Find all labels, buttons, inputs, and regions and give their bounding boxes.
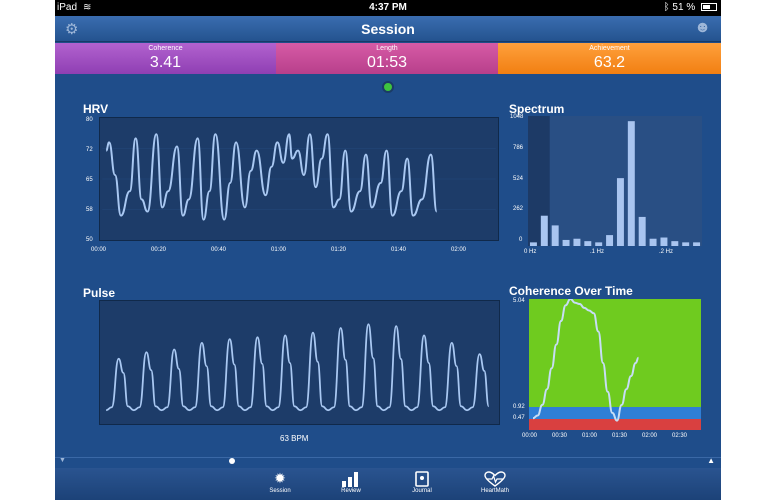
- pulse-chart: [99, 300, 500, 425]
- status-bar: iPad ≋ 4:37 PM ᛒ 51 %: [55, 0, 721, 16]
- spectrum-bar: [595, 242, 603, 246]
- spectrum-bar: [562, 239, 570, 246]
- spectrum-y-tick: 786: [513, 145, 524, 151]
- hrv-x-tick: 01:20: [331, 247, 347, 253]
- coherence-y-tick: 0.92: [513, 404, 525, 410]
- hrv-x-tick: 00:40: [211, 247, 227, 253]
- battery-icon: [701, 3, 717, 12]
- length-label: Length: [376, 45, 398, 52]
- spectrum-bar: [660, 237, 668, 246]
- spectrum-y-tick: 1048: [510, 114, 524, 120]
- spectrum-bar: [573, 238, 581, 246]
- hrv-x-tick: 00:00: [91, 247, 107, 253]
- tab-review-label: Review: [341, 488, 361, 494]
- spectrum-bar: [540, 215, 548, 246]
- spectrum-bar: [529, 242, 537, 246]
- scroll-left-icon[interactable]: ▼: [59, 457, 66, 464]
- smiley-icon[interactable]: ☻: [694, 19, 711, 37]
- spectrum-bar: [627, 121, 635, 246]
- hrv-x-tick: 02:00: [451, 247, 467, 253]
- coherence-over-time-chart: [529, 299, 701, 430]
- spectrum-bar: [584, 241, 592, 246]
- hrv-y-tick: 65: [86, 177, 93, 183]
- tab-heartmath-label: HeartMath: [480, 488, 509, 494]
- hrv-x-tick: 01:40: [391, 247, 407, 253]
- coherence-tile: Coherence 3.41: [55, 43, 276, 74]
- battery-status: ᛒ 51 %: [664, 2, 717, 13]
- clock: 4:37 PM: [369, 2, 407, 13]
- hrv-title: HRV: [83, 102, 109, 116]
- tab-journal[interactable]: Journal: [392, 470, 452, 494]
- coherence-x-tick: 02:00: [642, 433, 658, 439]
- page-title: Session: [361, 21, 415, 37]
- coherence-over-time-title: Coherence Over Time: [509, 284, 633, 298]
- bpm-label: 63 BPM: [280, 434, 309, 443]
- expand-up-icon[interactable]: ▲: [707, 456, 715, 465]
- length-tile: Length 01:53: [276, 43, 498, 74]
- spectrum-bar: [638, 216, 646, 246]
- spectrum-bar: [682, 242, 690, 246]
- coherence-value: 3.41: [149, 54, 182, 71]
- coherence-x-tick: 01:30: [612, 433, 628, 439]
- notebook-icon: [392, 470, 452, 487]
- hrv-series-line: [105, 133, 438, 221]
- hrv-y-tick: 72: [86, 147, 93, 153]
- coherence-x-tick: 00:00: [522, 433, 538, 439]
- hrv-x-tick: 01:00: [271, 247, 287, 253]
- coherence-x-tick: 02:30: [672, 433, 688, 439]
- spectrum-x-tick: .2 Hz: [659, 249, 674, 255]
- coherence-x-tick: 01:00: [582, 433, 598, 439]
- nav-bar: ⚙ Session ☻: [55, 16, 721, 42]
- bar-chart-icon: [321, 470, 381, 487]
- hrv-y-tick: 50: [86, 237, 93, 243]
- pulse-title: Pulse: [83, 286, 116, 300]
- coherence-y-tick: 5.04: [513, 298, 525, 304]
- achievement-value: 63.2: [593, 54, 626, 71]
- spectrum-bar: [693, 242, 701, 246]
- coherence-label: Coherence: [148, 45, 183, 52]
- spectrum-bar: [616, 178, 624, 246]
- hrv-y-tick: 80: [86, 117, 93, 123]
- tab-journal-label: Journal: [412, 488, 432, 494]
- length-value: 01:53: [366, 54, 408, 71]
- spectrum-bar: [551, 225, 559, 246]
- tab-review[interactable]: Review: [321, 470, 381, 494]
- tab-session[interactable]: ✹ Session: [250, 470, 310, 494]
- pulse-series-line: [106, 323, 490, 412]
- hrv-chart: [99, 117, 499, 241]
- coherence-band: [529, 419, 701, 430]
- spectrum-bar: [649, 238, 657, 246]
- spectrum-y-tick: 0: [519, 237, 523, 243]
- spectrum-y-tick: 262: [513, 206, 524, 212]
- tab-heartmath[interactable]: HeartMath: [465, 470, 525, 494]
- ipad-screen: iPad ≋ 4:37 PM ᛒ 51 % ⚙ Session ☻ Cohere…: [55, 0, 721, 500]
- spectrum-chart: [528, 116, 702, 246]
- spectrum-x-tick: .1 Hz: [590, 249, 605, 255]
- hrv-y-tick: 58: [86, 207, 93, 213]
- page-indicator[interactable]: [229, 458, 235, 464]
- spectrum-y-tick: 524: [513, 176, 524, 182]
- battery-percent: 51 %: [672, 2, 696, 13]
- heart-wave-icon: [465, 470, 525, 487]
- spectrum-x-tick: 0 Hz: [524, 249, 537, 255]
- session-status-indicator[interactable]: [382, 81, 394, 93]
- sun-icon: ✹: [274, 470, 286, 486]
- hrv-x-tick: 00:20: [151, 247, 167, 253]
- spectrum-bar: [606, 235, 614, 246]
- achievement-tile: Achievement 63.2: [498, 43, 721, 74]
- coherence-y-tick: 0.47: [513, 415, 525, 421]
- achievement-label: Achievement: [589, 45, 630, 52]
- page-divider: [55, 457, 721, 458]
- spectrum-bar: [671, 241, 679, 246]
- tab-bar: ✹ Session Review Journal HeartMath: [55, 468, 721, 500]
- coherence-x-tick: 00:30: [552, 433, 568, 439]
- tab-session-label: Session: [269, 488, 291, 494]
